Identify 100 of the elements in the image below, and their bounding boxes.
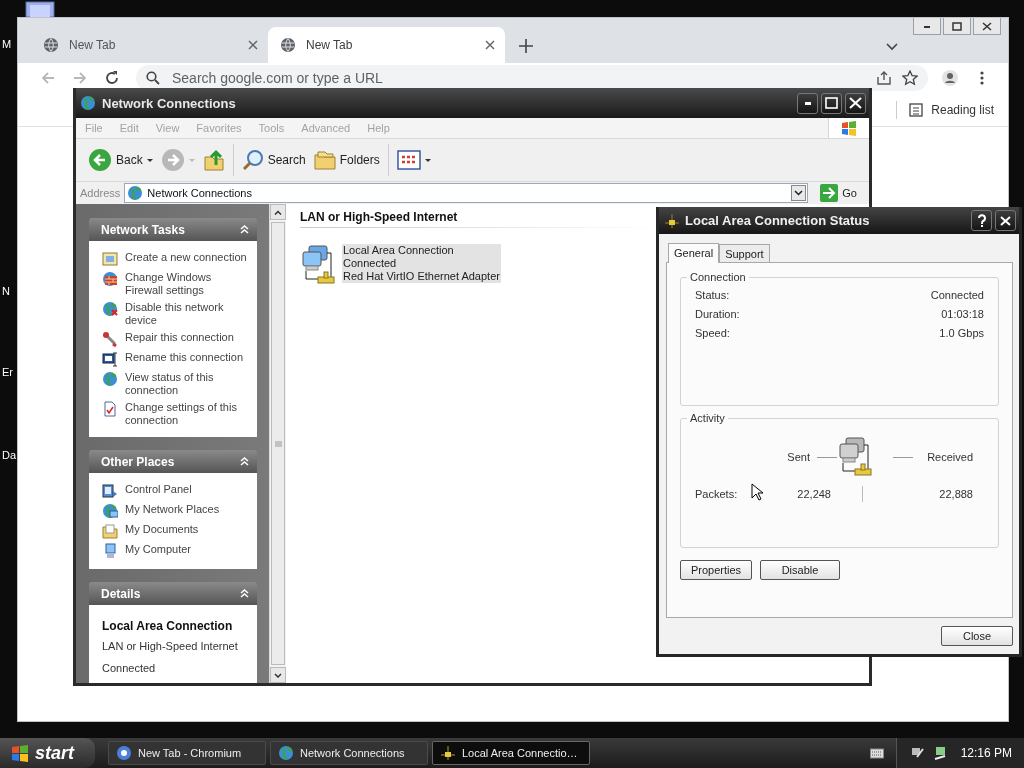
collapse-icon bbox=[240, 457, 249, 466]
tab[interactable]: Support bbox=[719, 244, 770, 262]
dropdown-button[interactable] bbox=[791, 185, 807, 201]
packets-sent: 22,248 bbox=[797, 488, 831, 500]
task-link[interactable]: Change settings of this connection bbox=[102, 401, 249, 427]
scroll-thumb[interactable] bbox=[271, 222, 285, 665]
task-link[interactable]: Create a new connection bbox=[102, 251, 249, 267]
caret-icon bbox=[424, 158, 431, 162]
close-button[interactable] bbox=[845, 92, 866, 114]
task-link[interactable]: View status of this connection bbox=[102, 371, 249, 397]
task-link[interactable]: My Documents bbox=[102, 523, 249, 539]
task-link[interactable]: Change Windows Firewall settings bbox=[102, 271, 249, 297]
collapse-icon bbox=[240, 589, 249, 598]
desktop-icon-label[interactable]: Da bbox=[2, 449, 17, 461]
address-field[interactable]: Search google.com or type a URL bbox=[170, 69, 866, 87]
list-icon bbox=[909, 102, 924, 117]
taskbar-button[interactable]: Local Area Connectio… bbox=[432, 741, 590, 765]
connector-icon bbox=[664, 212, 680, 229]
computer-icon bbox=[102, 543, 118, 559]
scroll-down-icon[interactable] bbox=[274, 672, 282, 678]
window-title: Local Area Connection Status bbox=[685, 213, 871, 228]
browser-icon bbox=[116, 745, 132, 761]
clock: 12:16 PM bbox=[960, 746, 1012, 760]
brick-wall-icon bbox=[102, 271, 118, 287]
globe-icon bbox=[80, 95, 96, 111]
field-label: Status: bbox=[695, 289, 730, 303]
wrench-icon bbox=[102, 331, 118, 347]
task-link[interactable]: Rename this connection bbox=[102, 351, 249, 367]
connection-item[interactable]: Local Area Connection Connected Red Hat VirtIO Ethernet Adapter bbox=[342, 244, 501, 283]
browser-tab[interactable]: New Tab bbox=[31, 27, 268, 63]
sent-label: Sent bbox=[787, 451, 810, 463]
close-button[interactable] bbox=[973, 18, 1001, 35]
globe-icon bbox=[127, 185, 144, 201]
dialog-button[interactable]: Properties bbox=[680, 560, 752, 580]
close-icon[interactable] bbox=[485, 40, 495, 50]
field-label: Duration: bbox=[695, 308, 740, 322]
address-field[interactable]: Network Connections bbox=[124, 183, 809, 203]
task-link[interactable]: Disable this network device bbox=[102, 301, 249, 327]
star-icon[interactable] bbox=[902, 70, 918, 86]
globe-icon bbox=[43, 37, 59, 53]
address-bar[interactable]: Search google.com or type a URL bbox=[136, 65, 928, 91]
desktop-icon-label[interactable]: N bbox=[2, 285, 10, 297]
close-icon[interactable] bbox=[248, 40, 258, 50]
search-button[interactable]: Search bbox=[237, 142, 310, 178]
control-panel-icon bbox=[102, 483, 118, 499]
tab[interactable]: General bbox=[668, 243, 720, 263]
panel-header[interactable]: Network Tasks bbox=[89, 218, 257, 241]
scroll-up-icon[interactable] bbox=[274, 209, 282, 215]
task-link[interactable]: Control Panel bbox=[102, 483, 249, 499]
close-icon bbox=[999, 214, 1012, 227]
plus-icon[interactable] bbox=[519, 39, 533, 53]
minimize-button[interactable] bbox=[913, 18, 941, 35]
reading-list-button[interactable]: Reading list bbox=[909, 102, 994, 117]
panel-header[interactable]: Other Places bbox=[89, 450, 257, 473]
grid-icon bbox=[396, 150, 421, 170]
restore-icon bbox=[951, 20, 963, 32]
maximize-button[interactable] bbox=[821, 92, 842, 114]
search-icon bbox=[146, 71, 160, 85]
close-icon bbox=[849, 97, 862, 109]
help-button[interactable] bbox=[971, 210, 992, 231]
minimize-button[interactable] bbox=[797, 92, 818, 114]
panel-header[interactable]: Details bbox=[89, 582, 257, 605]
close-icon bbox=[981, 20, 993, 32]
search-icon bbox=[241, 149, 264, 171]
tab-title: New Tab bbox=[69, 38, 117, 52]
browser-tab[interactable]: New Tab bbox=[268, 27, 505, 63]
restore-button[interactable] bbox=[943, 18, 971, 35]
scrollbar[interactable] bbox=[269, 204, 286, 683]
folder-icon bbox=[313, 150, 336, 170]
address-label: Address bbox=[80, 187, 121, 199]
keyboard-icon[interactable] bbox=[869, 747, 884, 759]
chevron-down-icon[interactable] bbox=[886, 43, 898, 51]
document-check-icon bbox=[102, 401, 118, 417]
minimize-icon bbox=[804, 101, 811, 105]
window-title: Network Connections bbox=[102, 95, 237, 111]
task-link[interactable]: Repair this connection bbox=[102, 331, 249, 347]
taskbar-button[interactable]: Network Connections bbox=[270, 741, 428, 765]
close-button[interactable] bbox=[995, 210, 1016, 231]
cursor-icon bbox=[751, 483, 763, 501]
task-link[interactable]: My Network Places bbox=[102, 503, 249, 519]
monitor-icon bbox=[102, 351, 118, 367]
tab-title: New Tab bbox=[306, 38, 354, 52]
start-button[interactable]: start bbox=[0, 738, 95, 768]
taskbar-button[interactable]: New Tab - Chromium bbox=[108, 741, 266, 765]
close-button[interactable]: Close bbox=[941, 626, 1013, 646]
folders-button[interactable]: Folders bbox=[309, 142, 384, 178]
field-value: Connected bbox=[930, 289, 984, 303]
desktop-icon-label[interactable]: M bbox=[2, 38, 12, 50]
group-label: Connection bbox=[689, 271, 747, 283]
desktop-icon-label[interactable]: Er bbox=[2, 366, 13, 378]
connector-icon bbox=[440, 745, 456, 761]
share-icon[interactable] bbox=[876, 70, 892, 86]
back-button[interactable]: Back bbox=[84, 142, 157, 178]
folder-up-icon bbox=[202, 149, 225, 171]
task-link[interactable]: My Computer bbox=[102, 543, 249, 559]
dialog-button[interactable]: Disable bbox=[760, 560, 840, 580]
network-computers-icon[interactable] bbox=[300, 244, 336, 284]
go-button[interactable]: Go bbox=[812, 184, 863, 202]
question-mark-icon bbox=[975, 213, 988, 228]
windows-flag-icon bbox=[10, 744, 30, 762]
